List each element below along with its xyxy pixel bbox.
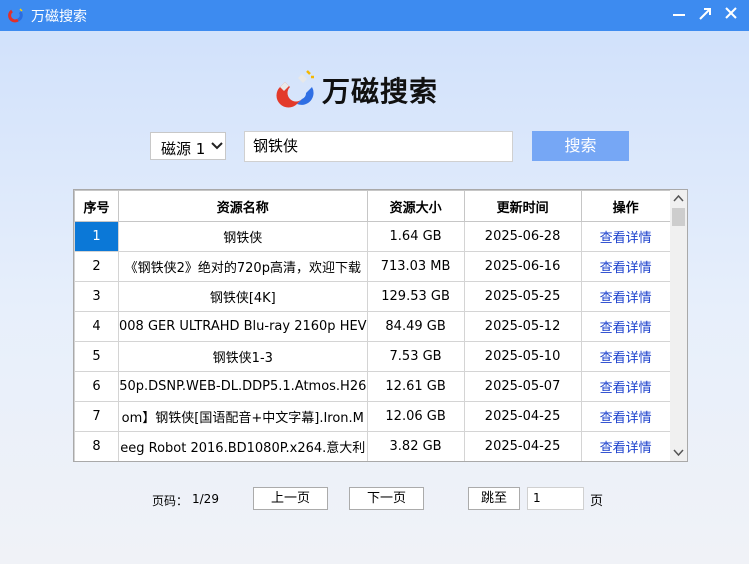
row-name[interactable]: 《钢铁侠2》绝对的720p高清，欢迎下载: [118, 251, 368, 282]
row-index[interactable]: 5: [74, 341, 119, 372]
table-row[interactable]: 7 om】钢铁侠[国语配音+中文字幕].Iron.M 12.06 GB 2025…: [74, 401, 671, 432]
table-row[interactable]: 3 钢铁侠[4K] 129.53 GB 2025-05-25 查看详情: [74, 281, 671, 312]
row-name[interactable]: 钢铁侠: [118, 221, 368, 252]
page-label: 页码：: [152, 494, 189, 508]
table-row[interactable]: 4 008 GER ULTRAHD Blu-ray 2160p HEV 84.4…: [74, 311, 671, 342]
col-header-size[interactable]: 资源大小: [366, 190, 465, 222]
row-date[interactable]: 2025-06-16: [463, 251, 582, 282]
view-details-link[interactable]: 查看详情: [580, 281, 671, 312]
row-index[interactable]: 8: [74, 431, 119, 461]
page-number-input[interactable]: 1: [527, 487, 584, 510]
scroll-up-icon[interactable]: [670, 190, 687, 207]
minimize-icon[interactable]: [666, 2, 692, 26]
table-row[interactable]: 2 《钢铁侠2》绝对的720p高清，欢迎下载 713.03 MB 2025-06…: [74, 251, 671, 282]
row-index[interactable]: 2: [74, 251, 119, 282]
row-date[interactable]: 2025-05-12: [463, 311, 582, 342]
results-table: 序号 资源名称 资源大小 更新时间 操作 1 钢铁侠 1.64 GB 2025-…: [73, 189, 688, 462]
col-header-index[interactable]: 序号: [74, 190, 119, 222]
col-header-name[interactable]: 资源名称: [118, 190, 368, 222]
row-size[interactable]: 12.06 GB: [366, 401, 465, 432]
view-details-link[interactable]: 查看详情: [580, 251, 671, 282]
magnet-icon: [8, 8, 23, 23]
row-name[interactable]: 钢铁侠1-3: [118, 341, 368, 372]
chevron-down-icon: [211, 142, 223, 150]
window-title: 万磁搜索: [31, 9, 87, 25]
row-index[interactable]: 7: [74, 401, 119, 432]
jump-button[interactable]: 跳至: [468, 487, 520, 510]
brand-title: 万磁搜索: [322, 75, 439, 108]
row-index[interactable]: 1: [74, 221, 119, 252]
row-size[interactable]: 129.53 GB: [366, 281, 465, 312]
maximize-icon[interactable]: [692, 2, 718, 26]
row-size[interactable]: 84.49 GB: [366, 311, 465, 342]
next-page-button[interactable]: 下一页: [349, 487, 424, 510]
view-details-link[interactable]: 查看详情: [580, 431, 671, 461]
row-date[interactable]: 2025-05-10: [463, 341, 582, 372]
row-name[interactable]: 钢铁侠[4K]: [118, 281, 368, 312]
row-size[interactable]: 7.53 GB: [366, 341, 465, 372]
prev-page-button[interactable]: 上一页: [253, 487, 328, 510]
row-index[interactable]: 3: [74, 281, 119, 312]
scroll-down-icon[interactable]: [670, 444, 687, 461]
source-select-value: 磁源 1: [161, 140, 206, 158]
row-size[interactable]: 12.61 GB: [366, 371, 465, 402]
table-scrollbar[interactable]: [670, 190, 687, 461]
table-row[interactable]: 5 钢铁侠1-3 7.53 GB 2025-05-10 查看详情: [74, 341, 671, 372]
row-date[interactable]: 2025-04-25: [463, 401, 582, 432]
row-date[interactable]: 2025-06-28: [463, 221, 582, 252]
row-name[interactable]: eeg Robot 2016.BD1080P.x264.意大利: [118, 431, 368, 461]
row-date[interactable]: 2025-05-25: [463, 281, 582, 312]
search-button[interactable]: 搜索: [532, 131, 629, 161]
row-name[interactable]: 50p.DSNP.WEB-DL.DDP5.1.Atmos.H26: [118, 371, 368, 402]
row-name[interactable]: 008 GER ULTRAHD Blu-ray 2160p HEV: [118, 311, 368, 342]
page-indicator: 1/29: [192, 492, 219, 506]
col-header-action[interactable]: 操作: [580, 190, 671, 222]
view-details-link[interactable]: 查看详情: [580, 341, 671, 372]
col-header-date[interactable]: 更新时间: [463, 190, 582, 222]
table-row[interactable]: 6 50p.DSNP.WEB-DL.DDP5.1.Atmos.H26 12.61…: [74, 371, 671, 402]
table-header-row: 序号 资源名称 资源大小 更新时间 操作: [74, 190, 671, 222]
magnet-icon: [276, 70, 314, 108]
table-row[interactable]: 8 eeg Robot 2016.BD1080P.x264.意大利 3.82 G…: [74, 431, 671, 461]
search-input[interactable]: 钢铁侠: [244, 131, 513, 162]
row-size[interactable]: 713.03 MB: [366, 251, 465, 282]
row-size[interactable]: 3.82 GB: [366, 431, 465, 461]
row-name[interactable]: om】钢铁侠[国语配音+中文字幕].Iron.M: [118, 401, 368, 432]
page-unit-label: 页: [590, 494, 604, 509]
table-row[interactable]: 1 钢铁侠 1.64 GB 2025-06-28 查看详情: [74, 221, 671, 252]
row-index[interactable]: 4: [74, 311, 119, 342]
scrollbar-thumb[interactable]: [672, 208, 685, 226]
view-details-link[interactable]: 查看详情: [580, 311, 671, 342]
view-details-link[interactable]: 查看详情: [580, 371, 671, 402]
view-details-link[interactable]: 查看详情: [580, 221, 671, 252]
view-details-link[interactable]: 查看详情: [580, 401, 671, 432]
row-date[interactable]: 2025-04-25: [463, 431, 582, 461]
row-date[interactable]: 2025-05-07: [463, 371, 582, 402]
row-size[interactable]: 1.64 GB: [366, 221, 465, 252]
source-select[interactable]: 磁源 1: [150, 132, 226, 160]
close-icon[interactable]: [718, 2, 744, 26]
title-bar: 万磁搜索: [0, 0, 749, 31]
row-index[interactable]: 6: [74, 371, 119, 402]
